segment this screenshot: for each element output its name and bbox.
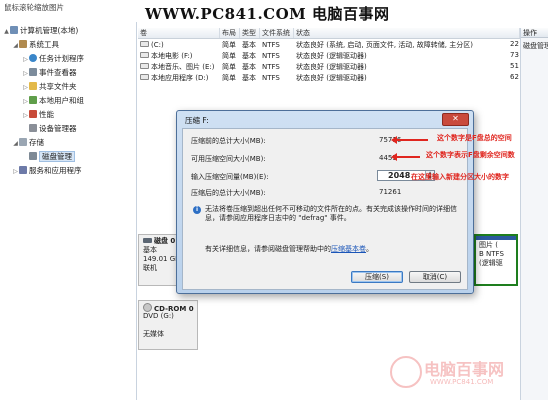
- tree-node-event-viewer[interactable]: ▷ 事件查看器: [22, 67, 77, 78]
- volume-icon: [140, 52, 149, 58]
- table-row[interactable]: 本地音乐、图片 (E:) 简单 基本 NTFS 状态良好 (逻辑驱动器): [138, 62, 520, 72]
- volume-icon: [140, 63, 149, 69]
- column-header-volume[interactable]: 卷: [138, 28, 220, 38]
- disk-icon: [29, 152, 37, 160]
- tree-node-device-manager[interactable]: 设备管理器: [22, 123, 77, 134]
- cancel-button[interactable]: 取消(C): [409, 271, 461, 283]
- volume-icon: [140, 41, 149, 47]
- tools-icon: [19, 40, 27, 48]
- shrink-button[interactable]: 压缩(S): [351, 271, 403, 283]
- actions-title: 操作: [521, 28, 548, 38]
- expand-icon[interactable]: ▷: [22, 110, 29, 121]
- annotation-arrow: [391, 136, 428, 144]
- clock-icon: [29, 54, 37, 62]
- watermark-logo: 电脑百事网 WWW.PC841.COM: [390, 354, 540, 394]
- annotation-input-hint: 在这里输入新建分区大小的数字: [411, 173, 509, 181]
- tree-node-system-tools[interactable]: ◢ 系统工具: [12, 39, 59, 50]
- shrink-dialog: 压缩 F: ✕ 压缩前的总计大小(MB): 75716 可用压缩空间大小(MB)…: [176, 110, 474, 294]
- expand-icon[interactable]: ▷: [12, 166, 19, 177]
- table-row[interactable]: (C:) 简单 基本 NTFS 状态良好 (系统, 启动, 页面文件, 活动, …: [138, 40, 520, 50]
- tree-node-services-apps[interactable]: ▷ 服务和应用程序: [12, 165, 82, 176]
- tree-node-storage[interactable]: ◢ 存储: [12, 137, 44, 148]
- tree-node-task-scheduler[interactable]: ▷ 任务计划程序: [22, 53, 84, 64]
- cdrom-0-info[interactable]: CD-ROM 0 DVD (G:) 无媒体: [138, 300, 198, 350]
- cd-icon: [143, 303, 152, 312]
- site-watermark: WWW.PC841.COM 电脑百事网: [145, 5, 390, 23]
- volume-capacity-value: 62: [510, 73, 519, 81]
- close-icon[interactable]: ✕: [442, 113, 469, 126]
- computer-icon: [10, 26, 18, 34]
- device-icon: [29, 124, 37, 132]
- column-header-layout[interactable]: 布局: [220, 28, 240, 38]
- storage-icon: [19, 138, 27, 146]
- image-caption: 鼠标滚轮缩放图片: [4, 3, 64, 12]
- info-icon: i: [193, 206, 201, 214]
- annotation-total-space: 这个数字是F盘总的空间: [437, 134, 512, 142]
- volume-capacity-value: 22: [510, 40, 519, 48]
- volume-icon: [140, 74, 149, 80]
- actions-pane: 操作 磁盘管理: [520, 28, 548, 400]
- shrink-amount-label: 输入压缩空间量(MB)(E):: [191, 173, 269, 181]
- total-before-label: 压缩前的总计大小(MB):: [191, 137, 266, 145]
- collapse-icon[interactable]: ◢: [12, 40, 19, 51]
- column-header-filesystem[interactable]: 文件系统: [260, 28, 294, 38]
- annotation-free-space: 这个数字表示F盘剩余空间数: [426, 151, 515, 159]
- logo-icon: [390, 356, 422, 388]
- total-after-value: 71261: [379, 188, 402, 196]
- log-icon: [29, 68, 37, 76]
- table-row[interactable]: 本地应用程序 (D:) 简单 基本 NTFS 状态良好 (逻辑驱动器): [138, 73, 520, 83]
- navigation-tree: ▲ 计算机管理(本地) ◢ 系统工具 ▷ 任务计划程序 ▷ 事件查看器 ▷ 共享文件夹 ▷…: [0, 22, 137, 400]
- expand-icon[interactable]: ▷: [22, 54, 29, 65]
- expand-icon[interactable]: ▷: [22, 68, 29, 79]
- expand-icon[interactable]: ▷: [22, 82, 29, 93]
- action-disk-management[interactable]: 磁盘管理: [523, 41, 548, 51]
- disk-icon: [143, 238, 152, 243]
- volume-capacity-value: 51: [510, 62, 519, 70]
- table-row[interactable]: 本地电影 (F:) 简单 基本 NTFS 状态良好 (逻辑驱动器): [138, 51, 520, 61]
- collapse-icon[interactable]: ◢: [12, 138, 19, 149]
- available-space-label: 可用压缩空间大小(MB):: [191, 155, 266, 163]
- dialog-title: 压缩 F:: [185, 116, 209, 125]
- help-link-shrink-basic-volume[interactable]: 压缩基本卷: [331, 245, 366, 253]
- services-icon: [19, 166, 27, 174]
- volume-capacity-value: 73: [510, 51, 519, 59]
- collapse-icon[interactable]: ▲: [3, 26, 10, 37]
- tree-node-computer-management[interactable]: ▲ 计算机管理(本地): [3, 25, 78, 36]
- tree-node-shared-folders[interactable]: ▷ 共享文件夹: [22, 81, 77, 92]
- folder-icon: [29, 82, 37, 90]
- annotation-arrow: [391, 153, 420, 161]
- tree-node-disk-management[interactable]: 磁盘管理: [22, 151, 75, 162]
- total-after-label: 压缩后的总计大小(MB):: [191, 189, 266, 197]
- column-header-type[interactable]: 类型: [240, 28, 260, 38]
- help-text: 有关详细信息，请参阅磁盘管理帮助中的压缩基本卷。: [205, 245, 373, 253]
- partition-f[interactable]: 图片 ( B NTFS (逻辑驱: [474, 234, 518, 286]
- expand-icon[interactable]: ▷: [22, 96, 29, 107]
- performance-icon: [29, 110, 37, 118]
- tree-node-local-users[interactable]: ▷ 本地用户和组: [22, 95, 84, 106]
- users-icon: [29, 96, 37, 104]
- shrink-limit-message: 无法将卷压缩到超出任何不可移动的文件所在的点。有关完成该操作时间的详细信息，请参…: [205, 205, 457, 222]
- column-header-status[interactable]: 状态: [294, 28, 520, 38]
- tree-node-performance[interactable]: ▷ 性能: [22, 109, 54, 120]
- volume-list-header: 卷 布局 类型 文件系统 状态: [138, 28, 520, 39]
